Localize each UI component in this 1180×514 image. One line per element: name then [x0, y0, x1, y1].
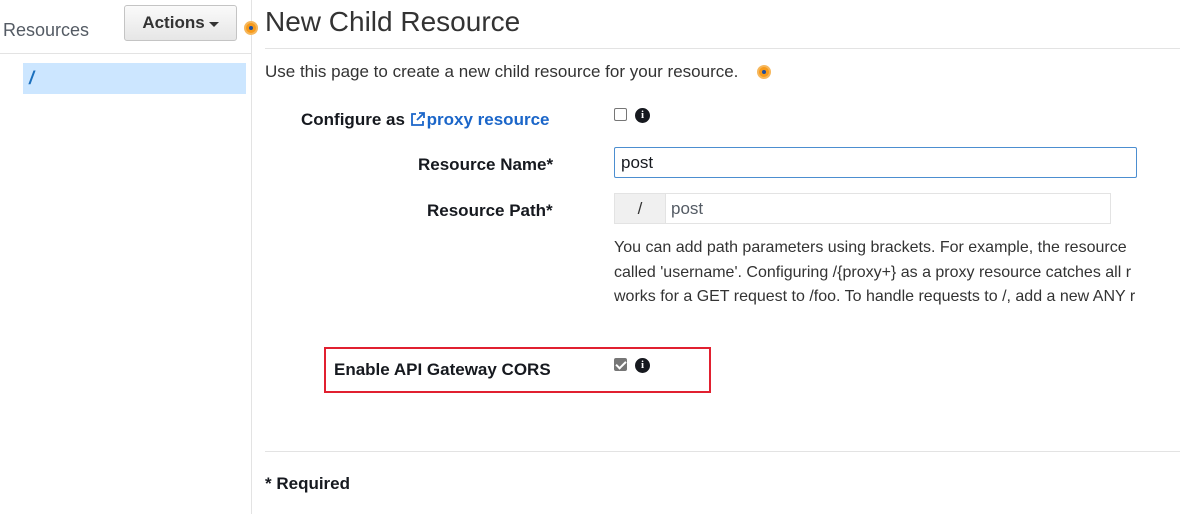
- proxy-label-prefix: Configure as: [301, 110, 405, 129]
- help-line: called 'username'. Configuring /{proxy+}…: [614, 263, 1132, 281]
- resources-sidebar: Resources Actions /: [0, 0, 252, 514]
- actions-button-label: Actions: [142, 13, 205, 32]
- proxy-resource-checkbox[interactable]: [614, 108, 627, 121]
- cors-label: Enable API Gateway CORS: [334, 360, 551, 379]
- main-panel: New Child Resource Use this page to crea…: [252, 0, 1180, 514]
- page-title: New Child Resource: [265, 6, 521, 37]
- resource-path-label: Resource Path*: [427, 201, 553, 220]
- form-divider: [265, 451, 1180, 452]
- external-link-icon: [410, 112, 425, 126]
- sidebar-divider: [0, 53, 251, 54]
- resource-path-prefix: /: [615, 194, 666, 223]
- resource-tree-item-root[interactable]: /: [23, 63, 246, 94]
- path-help-text: You can add path parameters using bracke…: [614, 236, 1180, 310]
- page-description-text: Use this page to create a new child reso…: [265, 62, 739, 81]
- page-description: Use this page to create a new child reso…: [265, 62, 738, 82]
- required-note: * Required: [265, 474, 351, 493]
- resource-name-input[interactable]: [614, 147, 1137, 178]
- hint-beacon-icon[interactable]: [757, 65, 771, 79]
- resource-name-label: Resource Name*: [418, 155, 554, 174]
- help-line: You can add path parameters using bracke…: [614, 239, 1127, 256]
- sidebar-title: Resources: [3, 20, 90, 40]
- caret-down-icon: [208, 22, 219, 27]
- actions-button[interactable]: Actions: [124, 5, 237, 41]
- proxy-resource-link-text: proxy resource: [426, 110, 550, 129]
- cors-checkbox[interactable]: [614, 358, 627, 371]
- help-line: works for a GET request to /foo. To hand…: [614, 288, 1136, 305]
- info-icon[interactable]: i: [635, 108, 650, 123]
- info-icon[interactable]: i: [635, 358, 650, 373]
- resource-path-input[interactable]: post: [666, 194, 703, 223]
- proxy-resource-label: Configure as proxy resource: [301, 110, 549, 130]
- title-divider: [265, 48, 1180, 49]
- resource-path-field[interactable]: / post: [614, 193, 1111, 224]
- proxy-resource-link[interactable]: proxy resource: [410, 110, 550, 129]
- resource-tree-item-label: /: [29, 68, 35, 88]
